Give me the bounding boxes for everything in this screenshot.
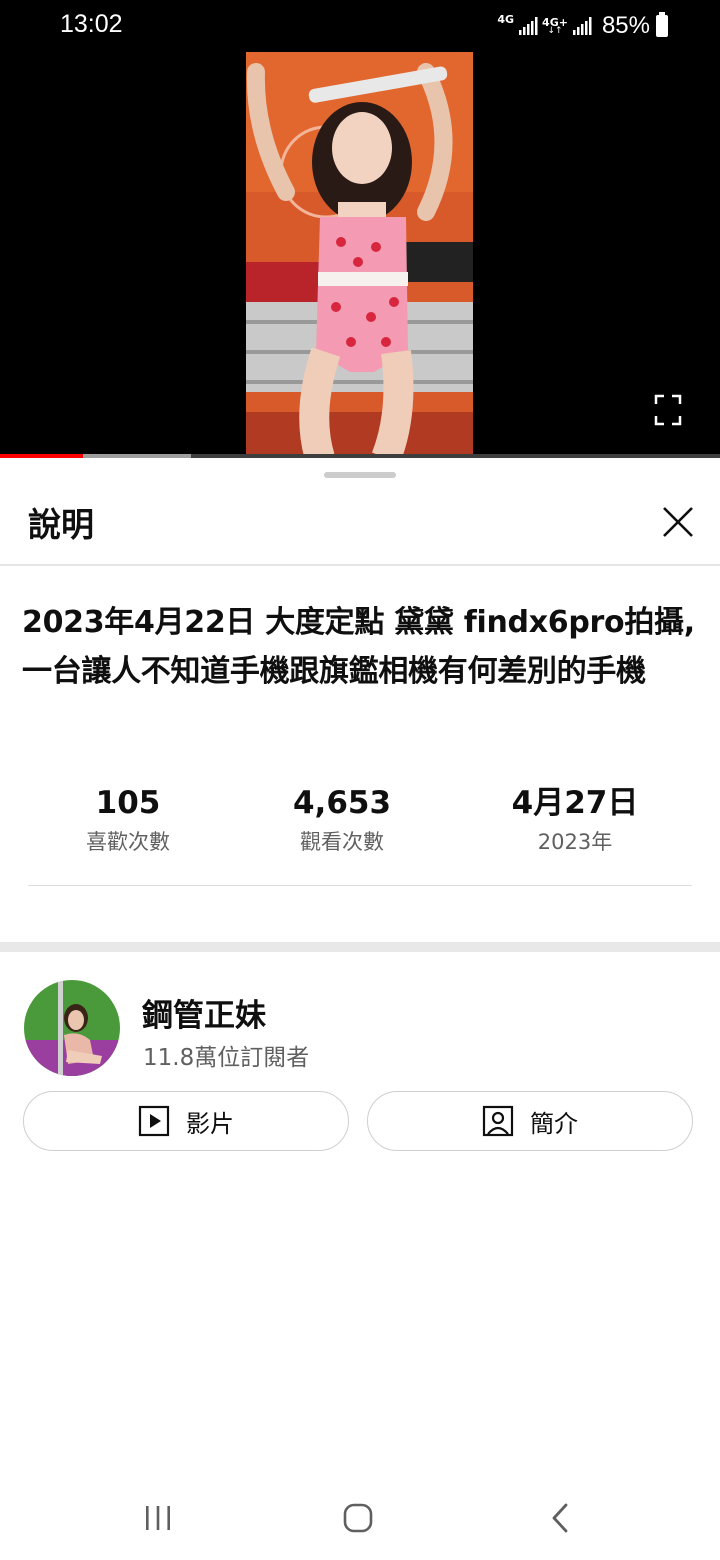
battery-percent: 85%: [601, 12, 650, 39]
sheet-title: 說明: [28, 505, 94, 544]
avatar-image: [24, 980, 120, 1076]
likes-stat: 105 喜歡次數: [18, 780, 238, 858]
upload-year: 2023年: [537, 830, 613, 854]
about-button[interactable]: 簡介: [367, 1091, 693, 1151]
video-thumbnail-image: [246, 52, 473, 458]
video-title: 2023年4月22日 大度定點 黛黛 findx6pro拍攝,一台讓人不知道手機…: [22, 605, 695, 689]
status-icons: 4G 4G+ ↓↑ 85%: [497, 10, 668, 42]
status-time: 13:02: [60, 10, 123, 38]
drag-handle[interactable]: [324, 472, 396, 478]
channel-avatar[interactable]: [24, 980, 120, 1076]
close-icon[interactable]: [654, 498, 702, 546]
person-icon: [482, 1105, 514, 1137]
signal-icon: [572, 17, 592, 35]
about-button-label: 簡介: [530, 1109, 578, 1138]
divider: [0, 564, 720, 566]
home-icon[interactable]: [338, 1498, 378, 1538]
play-icon: [138, 1105, 170, 1137]
signal-icon: [519, 17, 538, 35]
network-type-label: 4G: [497, 13, 515, 26]
likes-count: 105: [95, 785, 161, 821]
recents-icon[interactable]: [138, 1498, 178, 1538]
views-stat: 4,653 觀看次數: [232, 780, 452, 858]
videos-button[interactable]: 影片: [23, 1091, 349, 1151]
channel-name[interactable]: 鋼管正妹: [142, 990, 266, 1035]
status-bar: 13:02 4G 4G+ ↓↑ 85%: [0, 0, 720, 52]
video-frame[interactable]: [246, 52, 473, 458]
back-icon[interactable]: [541, 1498, 581, 1538]
data-arrows-icon: ↓↑: [547, 26, 563, 36]
fullscreen-icon[interactable]: [652, 392, 684, 428]
date-stat: 4月27日 2023年: [465, 780, 685, 858]
section-separator: [0, 942, 720, 952]
video-player[interactable]: 13:02 4G 4G+ ↓↑ 85%: [0, 0, 720, 458]
views-label: 觀看次數: [300, 830, 384, 854]
divider: [28, 885, 692, 886]
upload-date: 4月27日: [511, 785, 639, 821]
description-sheet: 說明 2023年4月22日 大度定點 黛黛 findx6pro拍攝,一台讓人不知…: [0, 458, 720, 1560]
subscriber-count: 11.8萬位訂閱者: [143, 1045, 310, 1071]
network-type-label-2: 4G+ ↓↑: [542, 16, 568, 36]
videos-button-label: 影片: [186, 1109, 234, 1138]
views-count: 4,653: [292, 785, 392, 821]
battery-icon: [656, 12, 668, 37]
likes-label: 喜歡次數: [86, 830, 170, 854]
